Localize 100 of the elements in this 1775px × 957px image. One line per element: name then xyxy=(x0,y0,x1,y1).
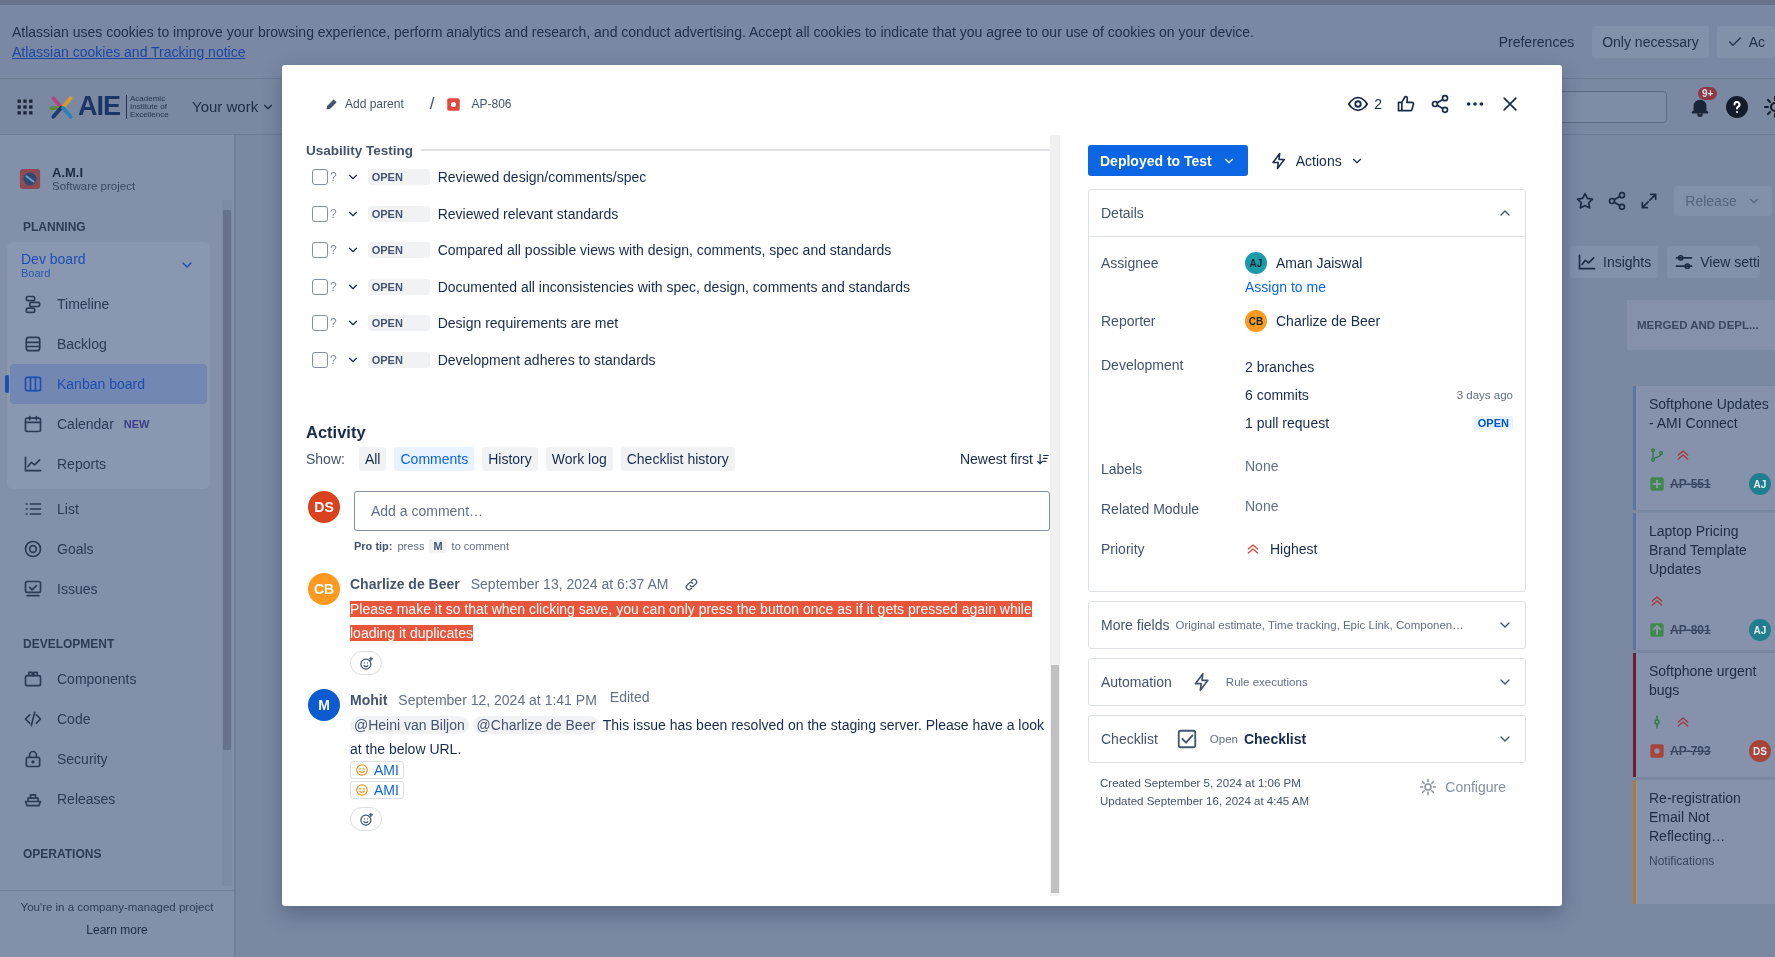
development-link[interactable]: 6 commits xyxy=(1245,387,1309,403)
sidebar-item[interactable]: Releases xyxy=(7,779,210,819)
cookie-button[interactable]: Ac xyxy=(1716,25,1775,58)
project-info-text: You're in a company-managed project xyxy=(20,901,214,913)
status-tag: OPEN xyxy=(367,278,430,295)
project-avatar-icon xyxy=(19,167,41,190)
link-icon[interactable] xyxy=(684,576,700,592)
issue-key[interactable]: AP-551 xyxy=(1670,477,1711,491)
filter-tab[interactable]: History xyxy=(482,447,538,471)
target-icon xyxy=(23,539,43,559)
show-label: Show: xyxy=(306,451,345,467)
checkbox[interactable] xyxy=(312,205,328,222)
thumbs-up-icon[interactable] xyxy=(1396,94,1416,114)
sidebar-item[interactable]: List xyxy=(7,489,210,529)
sidebar-item[interactable]: Components xyxy=(7,659,210,699)
collapsible-panel[interactable]: Checklist Open Checklist xyxy=(1088,715,1526,763)
nav-dropdown[interactable]: Your work xyxy=(192,98,276,115)
help-icon[interactable] xyxy=(1725,94,1749,119)
panel-summary: Checklist xyxy=(1243,731,1307,747)
comment-input[interactable]: Add a comment… xyxy=(354,491,1050,531)
board-card[interactable]: Laptop Pricing Brand Template Updates AP-801 AJ xyxy=(1633,513,1775,650)
status-tag: OPEN xyxy=(367,315,430,332)
sidebar-item[interactable]: Calendar NEW xyxy=(10,404,207,444)
user-avatar: AJ xyxy=(1749,619,1771,641)
toolbar-button[interactable]: Insights xyxy=(1570,246,1659,278)
expand-icon[interactable] xyxy=(1639,191,1659,211)
watch-button[interactable]: 2 xyxy=(1347,93,1382,115)
board-card[interactable]: Softphone Updates - AMI Connect AP-551 AJ xyxy=(1633,386,1775,510)
tip-label: Pro tip: xyxy=(354,540,393,552)
checkbox[interactable] xyxy=(312,315,328,332)
cookie-button[interactable]: Preferences xyxy=(1488,25,1585,58)
timestamp: 3 days ago xyxy=(1456,389,1513,401)
checkbox[interactable] xyxy=(312,278,328,295)
checkbox[interactable] xyxy=(312,351,328,368)
status-button[interactable]: Deployed to Test xyxy=(1088,145,1248,176)
cookie-policy-link[interactable]: Atlassian cookies and Tracking notice xyxy=(12,43,246,60)
monitor-check-icon xyxy=(23,579,43,599)
sidebar-item[interactable]: Goals xyxy=(7,529,210,569)
logo-tagline: Academic Institute of Excellence xyxy=(126,94,178,119)
sidebar-item[interactable]: Reports xyxy=(10,444,207,484)
project-type: Software project xyxy=(52,180,136,192)
sidebar-item[interactable]: Timeline xyxy=(10,284,207,324)
checklist-item-text: Design requirements are met xyxy=(437,315,619,332)
panel-title: Automation xyxy=(1101,674,1172,690)
checklist-item-text: Development adheres to standards xyxy=(437,351,656,368)
development-link[interactable]: 1 pull request xyxy=(1245,415,1330,431)
smiley-icon xyxy=(355,783,369,797)
created-date: Created September 5, 2024 at 1:06 PM xyxy=(1100,777,1302,789)
learn-more-link[interactable]: Learn more xyxy=(86,923,148,937)
sidebar-item[interactable]: Code xyxy=(7,699,210,739)
updated-date: Updated September 16, 2024 at 4:45 AM xyxy=(1100,795,1310,807)
mandatory-mark: ? xyxy=(330,206,337,221)
branch-icon xyxy=(1649,447,1665,463)
sidebar-item[interactable]: Backlog xyxy=(10,324,207,364)
scrollbar[interactable] xyxy=(1050,135,1060,896)
issue-key[interactable]: AP-793 xyxy=(1670,744,1711,758)
filter-tab[interactable]: All xyxy=(358,447,387,471)
user-mention[interactable]: @Heini van Biljon xyxy=(350,716,469,734)
checklist-item-text: Documented all inconsistencies with spec, design, comments and standards xyxy=(437,278,911,295)
collapsible-panel[interactable]: Automation Rule executions xyxy=(1088,658,1526,706)
user-avatar: M xyxy=(308,689,340,721)
epic-label: Notifications xyxy=(1649,854,1716,868)
filter-tab[interactable]: Work log xyxy=(545,447,613,471)
panel-title: More fields xyxy=(1101,617,1170,633)
panel-summary: Original estimate, Time tracking, Epic Link, Componen… xyxy=(1175,619,1464,631)
share-icon[interactable] xyxy=(1430,94,1450,114)
add-parent-button[interactable]: Add parent xyxy=(323,93,406,115)
checkbox[interactable] xyxy=(312,242,328,259)
sort-button[interactable]: Newest first xyxy=(959,451,1050,467)
configure-button[interactable]: Configure xyxy=(1419,777,1506,797)
checkbox[interactable] xyxy=(312,169,328,186)
cookie-notice-text: Atlassian uses cookies to improve your browsing experience, perform analytics and research, and conduct advertising. Accept all cookies to indicate that you agree to our use of cookies on your device. Atlassian cookies and Tracking notice xyxy=(12,22,1255,62)
tip-text: press xyxy=(397,540,425,552)
filter-tab[interactable]: Comments xyxy=(394,447,475,471)
activity-heading: Activity xyxy=(306,423,367,442)
toolbar-button[interactable]: View setti xyxy=(1667,246,1760,278)
collapsible-panel[interactable]: More fields Original estimate, Time tracking, Epic Link, Componen… xyxy=(1088,601,1526,649)
board-card[interactable]: Re-registration Email Not Reflecting… Notifications xyxy=(1633,780,1775,904)
status-tag: OPEN xyxy=(367,351,430,368)
assign-to-me-link[interactable]: Assign to me xyxy=(1245,279,1513,295)
comment-author: Charlize de Beer xyxy=(350,576,460,592)
filter-tab[interactable]: Checklist history xyxy=(620,447,735,471)
cookie-button[interactable]: Only necessary xyxy=(1592,25,1709,58)
close-icon[interactable] xyxy=(1500,94,1520,114)
notification-badge: 9+ xyxy=(1698,86,1718,100)
link-chip[interactable]: AMI xyxy=(350,781,404,799)
board-switcher[interactable]: Dev board Board xyxy=(10,246,207,284)
sidebar-item[interactable]: Security xyxy=(7,739,210,779)
new-label: NEW xyxy=(123,418,150,430)
scrollbar[interactable] xyxy=(222,200,232,886)
user-mention[interactable]: @Charlize de Beer xyxy=(472,716,600,734)
star-icon[interactable] xyxy=(1575,191,1595,211)
sidebar-item[interactable]: Issues xyxy=(7,569,210,609)
development-link[interactable]: 2 branches xyxy=(1245,359,1315,375)
issue-key-link[interactable]: AP-806 xyxy=(471,97,512,111)
actions-button[interactable]: Actions xyxy=(1269,151,1364,170)
arrow-square-icon xyxy=(1649,622,1665,638)
board-card[interactable]: Softphone urgent bugs AP-793 DS xyxy=(1633,653,1775,777)
issue-key[interactable]: AP-801 xyxy=(1670,623,1711,637)
link-chip[interactable]: AMI xyxy=(350,761,404,779)
